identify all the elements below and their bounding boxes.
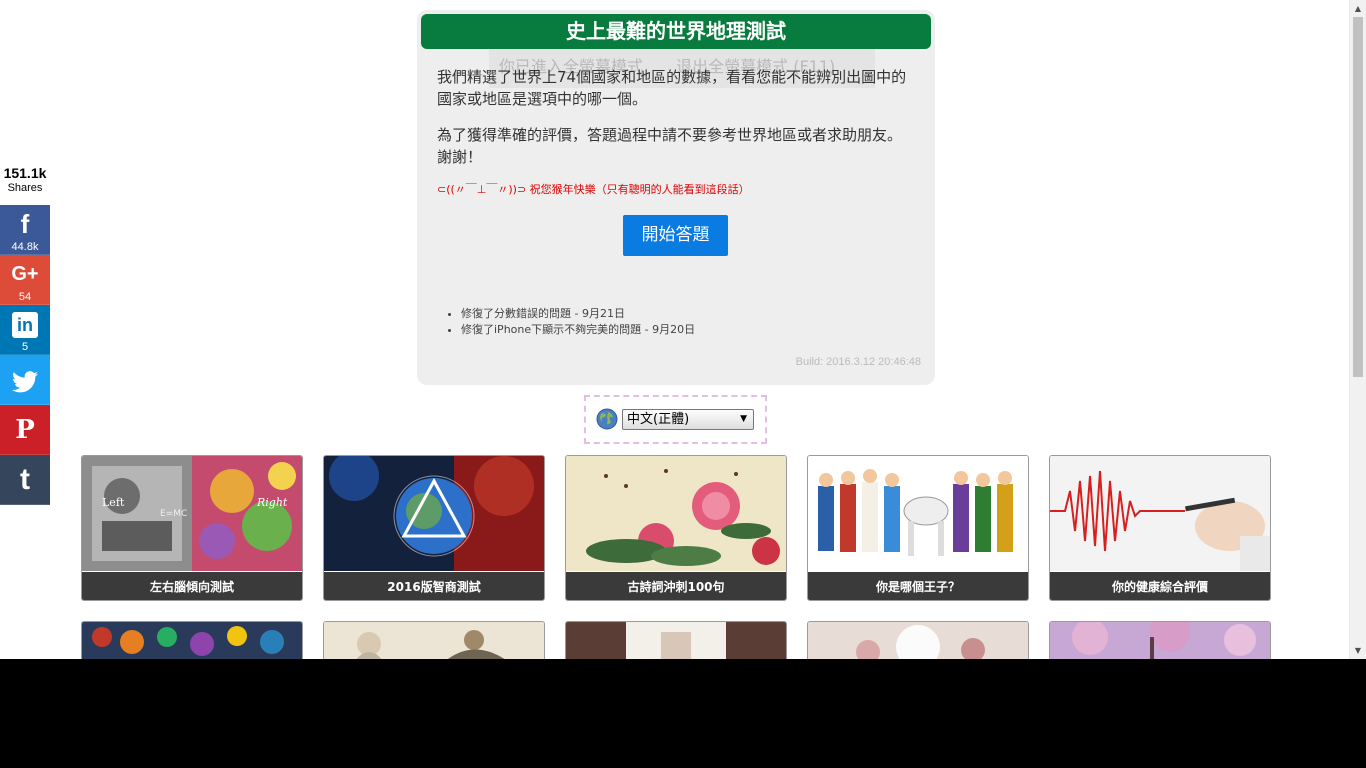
scrollbar-thumb[interactable] [1353,17,1363,377]
changelog-item: 修復了iPhone下顯示不夠完美的問題 - 9月20日 [461,322,695,338]
pinterest-icon: P [15,415,35,445]
tile-thumbnail [808,622,1028,659]
facebook-icon: f [20,209,30,239]
tile-thumbnail [1050,456,1270,571]
quiz-intro-text: 我們精選了世界上74個國家和地區的數據，看看您能不能辨別出圖中的國家或地區是選項… [437,68,907,108]
tile-thumbnail: Left E=MC Right [82,456,302,571]
quiz-tile[interactable] [565,621,787,659]
tile-thumbnail [566,456,786,571]
google-plus-share-button[interactable]: G+ 54 [0,255,50,305]
facebook-share-button[interactable]: f 44.8k [0,205,50,255]
scroll-down-arrow-icon[interactable]: ▼ [1350,642,1366,659]
globe-icon [596,408,618,430]
tile-thumbnail [566,622,786,659]
hidden-greeting-note: ⊂((〃￣⊥￣〃))⊃ 祝您猴年快樂（只有聰明的人能看到這段話） [437,183,750,196]
share-total-label: Shares [7,182,43,194]
linkedin-icon: in [0,305,50,341]
language-selector-box: 中文(正體) ▼ [584,395,767,444]
pinterest-share-button[interactable]: P [0,405,50,455]
quiz-tile[interactable] [81,621,303,659]
tile-caption: 古詩詞沖刺100句 [566,572,786,600]
google-plus-share-count: 54 [18,291,32,303]
quiz-tile[interactable] [807,621,1029,659]
quiz-tile-iq-test[interactable]: 2016版智商測試 [323,455,545,601]
social-share-bar: 151.1k Shares f 44.8k G+ 54 in 5 P t [0,164,50,505]
quiz-advice-text: 為了獲得準確的評價，答題過程中請不要參考世界地區或者求助朋友。謝謝！ [437,126,903,166]
tile-thumbnail [1050,622,1270,659]
quiz-tile-which-prince[interactable]: 你是哪個王子？ [807,455,1029,601]
share-total: 151.1k Shares [0,164,50,205]
tile-caption: 你的健康綜合評價 [1050,572,1270,600]
share-total-count: 151.1k [3,165,47,181]
tile-thumbnail [808,456,1028,571]
quiz-tile[interactable] [1049,621,1271,659]
quiz-intro-panel: 你已進入全螢幕模式 退出全螢幕模式 (F11) 史上最難的世界地理測試 我們精選… [417,10,935,385]
tumblr-share-button[interactable]: t [0,455,50,505]
language-selected-value: 中文(正體) [627,412,690,427]
start-quiz-button[interactable]: 開始答題 [623,215,728,256]
linkedin-share-count: 5 [21,341,29,353]
changelog-list: 修復了分數錯誤的問題 - 9月21日 修復了iPhone下顯示不夠完美的問題 -… [461,306,695,338]
quiz-tile-left-right-brain[interactable]: Left E=MC Right 左右腦傾向測試 [81,455,303,601]
facebook-share-count: 44.8k [11,241,39,253]
quiz-tile-ancient-poetry[interactable]: 古詩詞沖刺100句 [565,455,787,601]
quiz-title: 史上最難的世界地理測試 [421,14,931,49]
tile-thumbnail [82,622,302,659]
svg-text:Left: Left [102,496,125,509]
vertical-scrollbar[interactable]: ▲ ▼ [1349,0,1366,659]
blank-area [0,659,1366,768]
tile-caption: 2016版智商測試 [324,572,544,600]
language-select[interactable]: 中文(正體) ▼ [622,409,754,430]
linkedin-share-button[interactable]: in 5 [0,305,50,355]
tile-thumbnail [324,456,544,571]
tile-caption: 你是哪個王子？ [808,572,1028,600]
svg-text:E=MC: E=MC [160,509,187,519]
twitter-share-button[interactable] [0,355,50,405]
quiz-tile[interactable] [323,621,545,659]
svg-text:Right: Right [256,496,288,509]
tumblr-icon: t [20,463,30,496]
changelog-item: 修復了分數錯誤的問題 - 9月21日 [461,306,695,322]
dropdown-arrow-icon: ▼ [740,414,747,424]
tile-caption: 左右腦傾向測試 [82,572,302,600]
page-viewport: 151.1k Shares f 44.8k G+ 54 in 5 P t 你已進… [0,0,1366,659]
tile-thumbnail [324,622,544,659]
scroll-up-arrow-icon[interactable]: ▲ [1350,0,1366,17]
build-info: Build: 2016.3.12 20:46:48 [795,356,921,368]
quiz-tile-health-evaluation[interactable]: 你的健康綜合評價 [1049,455,1271,601]
twitter-bird-icon [0,355,50,405]
google-plus-icon: G+ [11,263,39,285]
